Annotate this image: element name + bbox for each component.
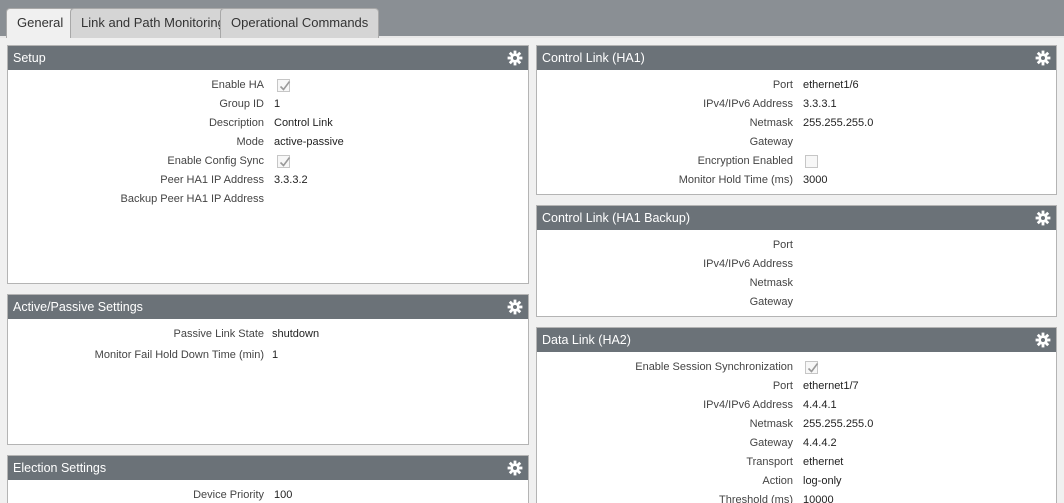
backup-ip-label: IPv4/IPv6 Address bbox=[703, 258, 793, 270]
enable-ha-checkbox[interactable] bbox=[277, 79, 291, 92]
election-title: Election Settings bbox=[13, 461, 107, 475]
ha1-ip-value: 3.3.3.1 bbox=[803, 98, 837, 110]
checkmark-icon bbox=[807, 363, 819, 373]
backup-peer-label: Backup Peer HA1 IP Address bbox=[120, 193, 265, 205]
group-id-value: 1 bbox=[274, 98, 281, 110]
ha2-gateway-value: 4.4.4.2 bbox=[803, 437, 837, 449]
config-sync-checkbox[interactable] bbox=[277, 155, 291, 168]
active-passive-title: Active/Passive Settings bbox=[13, 300, 143, 314]
ha2-panel: Data Link (HA2) Enable Session Synchroni… bbox=[536, 327, 1057, 503]
config-sync-label: Enable Config Sync bbox=[167, 155, 264, 167]
enable-ha-label: Enable HA bbox=[211, 79, 264, 91]
encryption-label: Encryption Enabled bbox=[697, 155, 793, 167]
gear-icon[interactable] bbox=[1035, 210, 1051, 226]
tab-bar: General Link and Path Monitoring Operati… bbox=[0, 0, 1064, 38]
gear-icon[interactable] bbox=[507, 299, 523, 315]
ha1-backup-header: Control Link (HA1 Backup) bbox=[537, 206, 1056, 230]
passive-link-value: shutdown bbox=[272, 328, 320, 340]
gear-icon[interactable] bbox=[1035, 332, 1051, 348]
ha1-ip-label: IPv4/IPv6 Address bbox=[703, 98, 793, 110]
gear-icon[interactable] bbox=[507, 50, 523, 66]
priority-value: 100 bbox=[274, 489, 293, 501]
tab-general[interactable]: General bbox=[6, 8, 75, 38]
gear-icon[interactable] bbox=[507, 460, 523, 476]
ha2-header: Data Link (HA2) bbox=[537, 328, 1056, 352]
passive-link-label: Passive Link State bbox=[173, 328, 265, 340]
monitor-fail-value: 1 bbox=[272, 349, 279, 361]
active-passive-header: Active/Passive Settings bbox=[8, 295, 528, 319]
threshold-label: Threshold (ms) bbox=[719, 494, 793, 503]
ha2-ip-value: 4.4.4.1 bbox=[803, 399, 837, 411]
checkmark-icon bbox=[279, 157, 291, 167]
description-value: Control Link bbox=[274, 117, 333, 129]
ha2-ip-label: IPv4/IPv6 Address bbox=[703, 399, 793, 411]
checkmark-icon bbox=[279, 81, 291, 91]
encryption-checkbox[interactable] bbox=[805, 155, 818, 168]
ha2-netmask-label: Netmask bbox=[749, 418, 793, 430]
ha2-title: Data Link (HA2) bbox=[542, 333, 631, 347]
threshold-value: 10000 bbox=[803, 494, 834, 503]
hold-time-value: 3000 bbox=[803, 174, 828, 186]
backup-netmask-label: Netmask bbox=[749, 277, 793, 289]
transport-label: Transport bbox=[746, 456, 793, 468]
ha1-backup-title: Control Link (HA1 Backup) bbox=[542, 211, 690, 225]
priority-label: Device Priority bbox=[193, 489, 264, 501]
ha1-netmask-label: Netmask bbox=[749, 117, 793, 129]
gear-icon[interactable] bbox=[1035, 50, 1051, 66]
setup-header: Setup bbox=[8, 46, 528, 70]
ha2-port-value: ethernet1/7 bbox=[803, 380, 859, 392]
ha1-backup-panel: Control Link (HA1 Backup) Port IPv4/IPv6… bbox=[536, 205, 1057, 317]
mode-value: active-passive bbox=[274, 136, 344, 148]
tab-operational-commands[interactable]: Operational Commands bbox=[220, 8, 380, 38]
backup-gateway-label: Gateway bbox=[749, 296, 793, 308]
ha1-netmask-value: 255.255.255.0 bbox=[803, 117, 874, 129]
setup-title: Setup bbox=[13, 51, 46, 65]
ha2-gateway-label: Gateway bbox=[749, 437, 793, 449]
setup-panel: Setup Enable HA Group ID 1 Description Con… bbox=[7, 45, 529, 284]
description-label: Description bbox=[208, 117, 264, 129]
backup-port-label: Port bbox=[772, 239, 793, 251]
ha1-title: Control Link (HA1) bbox=[542, 51, 645, 65]
transport-value: ethernet bbox=[803, 456, 844, 468]
ha1-panel: Control Link (HA1) Port ethernet1/6 IPv4/… bbox=[536, 45, 1057, 195]
monitor-fail-label: Monitor Fail Hold Down Time (min) bbox=[94, 349, 264, 361]
hold-time-label: Monitor Hold Time (ms) bbox=[678, 174, 793, 186]
session-sync-checkbox[interactable] bbox=[805, 361, 819, 374]
ha1-header: Control Link (HA1) bbox=[537, 46, 1056, 70]
active-passive-panel: Active/Passive Settings Passive Link Sta… bbox=[7, 294, 529, 445]
ha1-port-label: Port bbox=[772, 79, 793, 91]
ha1-gateway-label: Gateway bbox=[749, 136, 793, 148]
ha1-port-value: ethernet1/6 bbox=[803, 79, 859, 91]
election-header: Election Settings bbox=[8, 456, 528, 480]
peer-ip-value: 3.3.3.2 bbox=[274, 174, 308, 186]
ha2-netmask-value: 255.255.255.0 bbox=[803, 418, 874, 430]
group-id-label: Group ID bbox=[219, 98, 264, 110]
election-panel: Election Settings Device Priority 100 bbox=[7, 455, 529, 503]
peer-ip-label: Peer HA1 IP Address bbox=[160, 174, 264, 186]
action-value: log-only bbox=[803, 475, 842, 487]
session-sync-label: Enable Session Synchronization bbox=[635, 361, 793, 373]
ha2-port-label: Port bbox=[772, 380, 793, 392]
tab-link-and-path-monitoring[interactable]: Link and Path Monitoring bbox=[70, 8, 236, 38]
action-label: Action bbox=[762, 475, 793, 487]
mode-label: Mode bbox=[236, 136, 264, 148]
